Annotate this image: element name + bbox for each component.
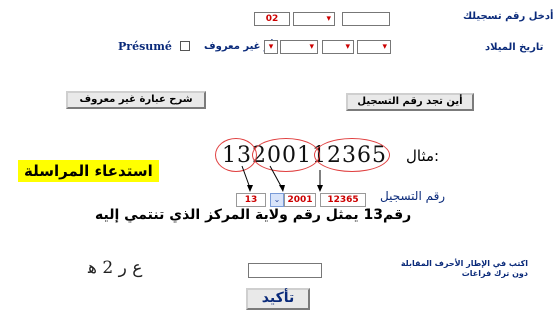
birth-month-select[interactable]: ▾: [322, 40, 354, 54]
unknown-explain-button[interactable]: شرح عبارة غير معروف: [66, 91, 206, 109]
example-serial-box: 12365: [320, 193, 366, 207]
chevron-down-icon: ▾: [326, 14, 331, 24]
where-to-find-button[interactable]: أين تجد رقم التسجيل: [346, 93, 474, 111]
registration-wilaya-input[interactable]: 02: [254, 12, 290, 26]
example-wilaya-box: 13: [236, 193, 266, 207]
example-reg-label: رقم التسجيل: [380, 189, 446, 203]
captcha-image: ع ر 2 ﻫ: [88, 258, 143, 278]
birth-day-select[interactable]: ▾: [357, 40, 391, 54]
example-year-box: 2001: [284, 193, 316, 207]
birth-year-select[interactable]: ▾: [280, 40, 318, 54]
registration-input-serial[interactable]: [342, 12, 390, 26]
captcha-input[interactable]: [248, 263, 322, 278]
chevron-down-icon: ⌄: [270, 193, 284, 207]
presume-label: Présumé: [118, 40, 172, 53]
birth-date-label: تاريخ الميلاد: [485, 42, 544, 53]
chevron-down-icon: ▾: [268, 42, 274, 52]
example-description: رقم13 يمثل رقم ولاية المركز الذي تنتمي إ…: [95, 207, 412, 223]
presume-checkbox[interactable]: [180, 41, 190, 51]
correspondence-overlay: استدعاء المراسلة: [18, 160, 159, 182]
unknown-select[interactable]: ▾: [264, 40, 278, 54]
registration-year-select[interactable]: ▾: [293, 12, 335, 26]
chevron-down-icon: ▾: [382, 42, 387, 52]
chevron-down-icon: ▾: [309, 42, 314, 52]
chevron-down-icon: ▾: [345, 42, 350, 52]
example-label: مثال:: [406, 147, 440, 165]
registration-label: أدخل رقم تسجيلك: [463, 11, 554, 22]
confirm-button[interactable]: تأكيد: [246, 288, 310, 310]
captcha-instruction: اكتب في الإطار الأحرف المقابلة دون ترك ف…: [400, 259, 528, 278]
